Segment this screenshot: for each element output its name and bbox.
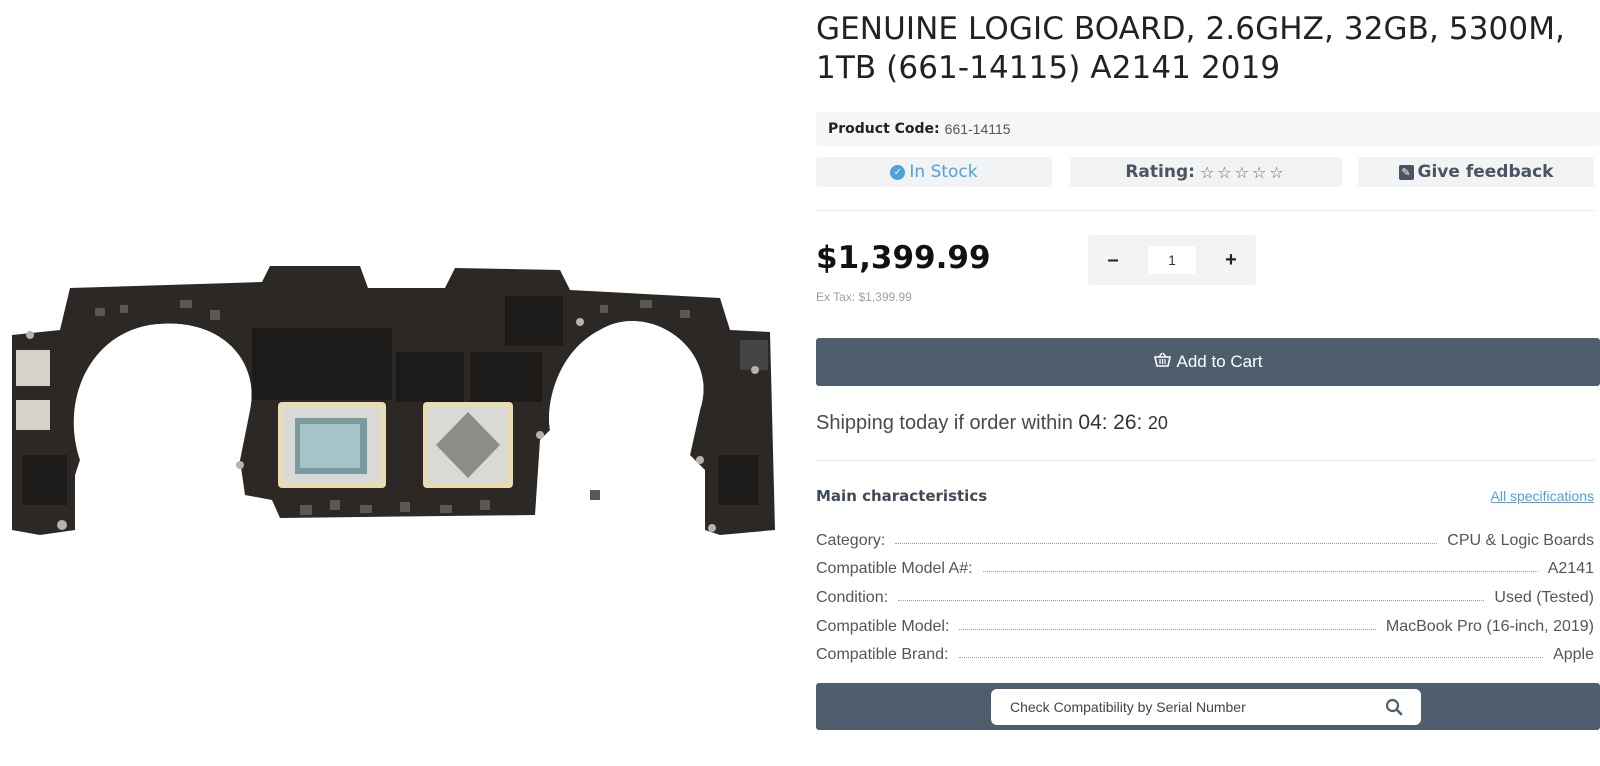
give-feedback-button[interactable]: ✎ Give feedback xyxy=(1358,157,1594,187)
countdown-minutes: 26 xyxy=(1113,411,1137,434)
spec-value: MacBook Pro (16-inch, 2019) xyxy=(1385,617,1594,635)
product-code-value: 661-14115 xyxy=(944,121,1011,137)
divider xyxy=(816,460,1594,461)
divider xyxy=(816,210,1594,211)
quantity-decrease-button[interactable]: – xyxy=(1088,235,1138,285)
main-characteristics-title: Main characteristics xyxy=(816,487,988,505)
spec-key: Condition: xyxy=(816,589,889,607)
spec-key: Category: xyxy=(816,531,886,549)
all-specifications-link[interactable]: All specifications xyxy=(1491,488,1595,504)
product-image xyxy=(0,260,780,560)
spec-value: Used (Tested) xyxy=(1494,589,1594,607)
stock-status-text: In Stock xyxy=(909,162,978,182)
quantity-input[interactable] xyxy=(1148,246,1196,274)
basket-icon xyxy=(1153,352,1171,372)
quantity-stepper: – + xyxy=(1088,235,1256,285)
countdown-hours: 04 xyxy=(1078,411,1102,434)
quantity-increase-button[interactable]: + xyxy=(1206,235,1256,285)
product-title: GENUINE LOGIC BOARD, 2.6GHZ, 32GB, 5300M… xyxy=(816,11,1566,86)
spec-row: Compatible Model A#: A2141 xyxy=(816,550,1594,579)
check-circle-icon: ✓ xyxy=(890,164,906,180)
search-icon[interactable] xyxy=(1385,698,1403,716)
logic-board-graphic xyxy=(12,266,775,535)
spec-value: A2141 xyxy=(1547,560,1594,578)
specs-list: Category: CPU & Logic Boards Compatible … xyxy=(816,521,1594,664)
spec-row: Compatible Model: MacBook Pro (16-inch, … xyxy=(816,607,1594,636)
rating-box: Rating: ☆☆☆☆☆ xyxy=(1070,157,1342,187)
stock-status: ✓ In Stock xyxy=(816,157,1052,187)
spec-key: Compatible Model A#: xyxy=(816,560,973,578)
spec-key: Compatible Brand: xyxy=(816,646,949,664)
spec-row: Condition: Used (Tested) xyxy=(816,578,1594,607)
product-code-label: Product Code: xyxy=(828,121,940,137)
serial-number-input[interactable] xyxy=(991,689,1421,725)
spec-key: Compatible Model: xyxy=(816,617,950,635)
spec-row: Compatible Brand: Apple xyxy=(816,636,1594,665)
add-to-cart-label: Add to Cart xyxy=(1176,352,1263,371)
give-feedback-label: Give feedback xyxy=(1417,162,1554,182)
spec-row: Category: CPU & Logic Boards xyxy=(816,521,1594,550)
product-code-bar: Product Code: 661-14115 xyxy=(816,112,1600,146)
rating-label: Rating: xyxy=(1125,162,1195,182)
shipping-countdown: Shipping today if order within 04: 26: 2… xyxy=(816,411,1168,434)
serial-check-bar xyxy=(816,683,1600,730)
ex-tax-price: Ex Tax: $1,399.99 xyxy=(816,290,912,304)
edit-icon: ✎ xyxy=(1398,164,1414,180)
spec-value: Apple xyxy=(1553,646,1594,664)
price: $1,399.99 xyxy=(816,240,991,276)
add-to-cart-button[interactable]: Add to Cart xyxy=(816,338,1600,386)
countdown-seconds: 20 xyxy=(1147,413,1168,433)
rating-stars[interactable]: ☆☆☆☆☆ xyxy=(1200,163,1287,182)
spec-value: CPU & Logic Boards xyxy=(1447,531,1594,549)
shipping-prefix: Shipping today if order within xyxy=(816,412,1073,434)
